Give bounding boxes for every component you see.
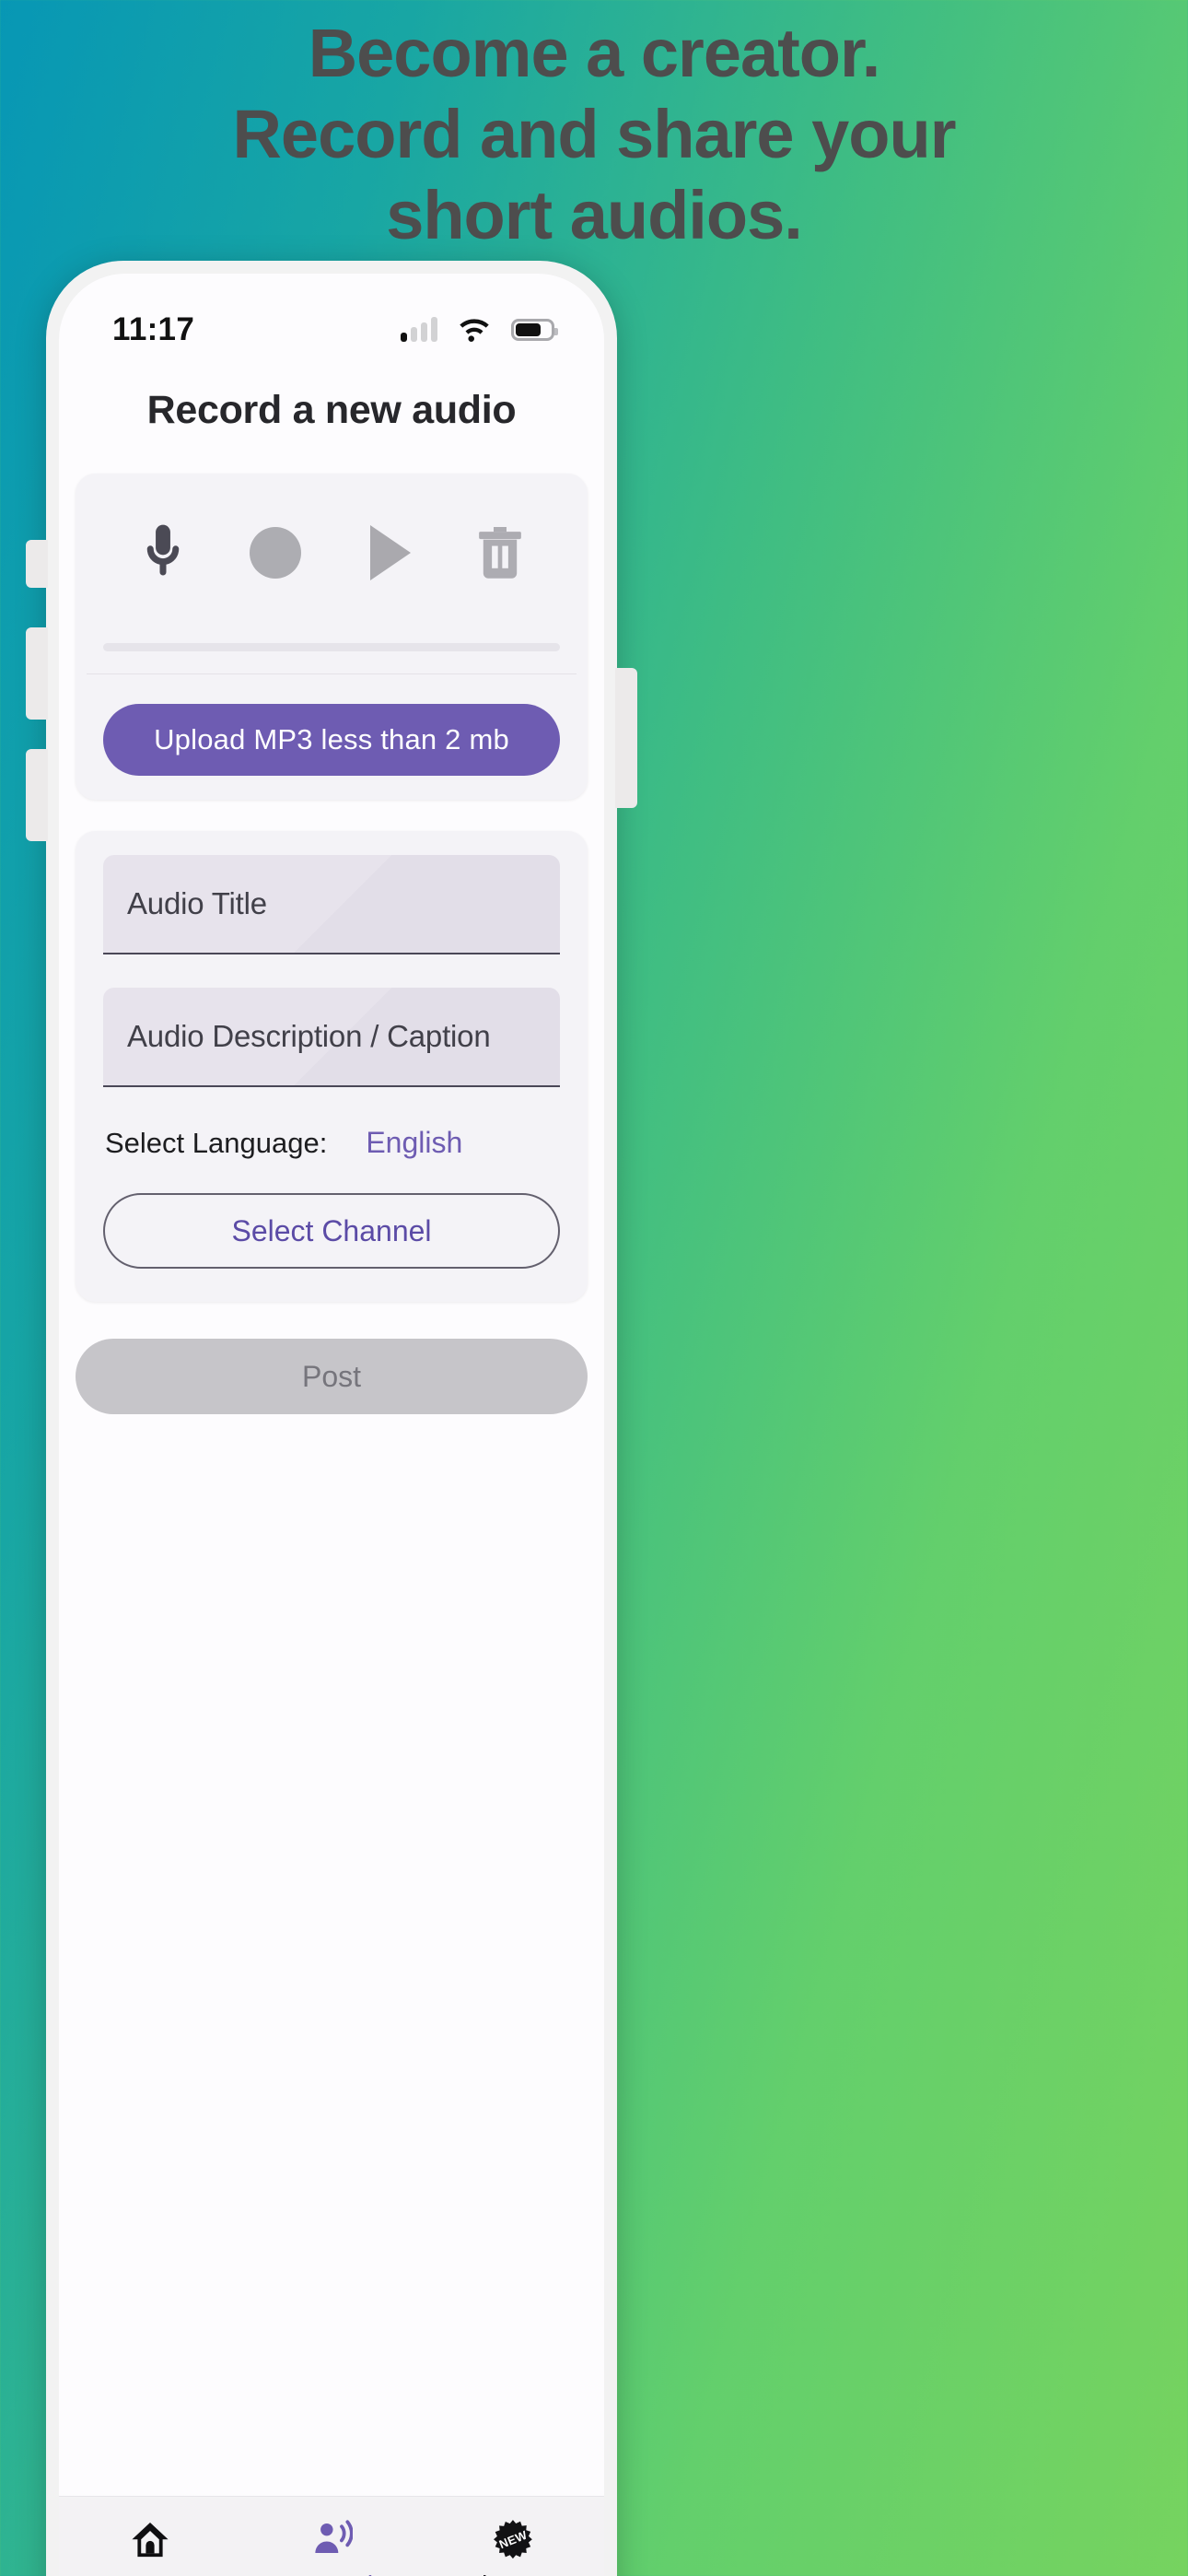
microphone-button[interactable]: [121, 510, 205, 595]
audio-title-input[interactable]: Audio Title: [103, 855, 560, 954]
status-icons: [401, 317, 558, 343]
phone-power-button[interactable]: [615, 668, 637, 808]
delete-button[interactable]: [458, 510, 542, 595]
phone-volume-up-button[interactable]: [26, 627, 48, 720]
audio-details-card: Audio Title Audio Description / Caption …: [76, 831, 588, 1302]
headline-line-1: Become a creator.: [308, 15, 881, 91]
recorder-card: Upload MP3 less than 2 mb: [76, 474, 588, 800]
nav-item-record[interactable]: Record: [240, 2517, 422, 2576]
upload-mp3-button[interactable]: Upload MP3 less than 2 mb: [103, 704, 560, 776]
nav-icon-home: [129, 2517, 171, 2561]
audio-title-placeholder: Audio Title: [127, 886, 267, 920]
trash-icon: [479, 527, 521, 579]
post-button[interactable]: Post: [76, 1339, 588, 1414]
play-icon: [370, 525, 411, 580]
recorder-controls: [76, 494, 588, 601]
battery-icon: [511, 319, 558, 341]
page-title: Record a new audio: [146, 388, 517, 432]
headline-line-3: short audios.: [386, 177, 803, 254]
phone-mockup: 11:17 Record a new audio Upload MP3 less…: [26, 261, 637, 2576]
status-time: 11:17: [112, 311, 195, 347]
language-value[interactable]: English: [366, 1126, 462, 1160]
nav-icon-discover: NEW: [492, 2517, 534, 2561]
playback-progress[interactable]: [76, 601, 588, 651]
nav-icon-record: [310, 2517, 353, 2561]
headline-line-2: Record and share your: [232, 96, 956, 173]
language-row: Select Language: English: [103, 1126, 560, 1160]
promo-headline: Become a creator. Record and share your …: [0, 13, 1188, 256]
nav-label-discover: Discover: [463, 2570, 564, 2576]
record-screen: Record a new audio Upload MP3 less than …: [59, 388, 604, 1414]
cellular-signal-icon: [401, 317, 437, 342]
nav-item-discover[interactable]: NEW Discover: [423, 2517, 604, 2576]
bottom-navigation: Home Record: [59, 2496, 604, 2576]
audio-description-placeholder: Audio Description / Caption: [127, 1019, 491, 1053]
nav-label-record: Record: [290, 2570, 373, 2576]
nav-label-home: Home: [115, 2570, 184, 2576]
language-label: Select Language:: [105, 1126, 328, 1159]
new-starburst-badge-icon: NEW: [492, 2518, 534, 2560]
phone-mute-switch[interactable]: [26, 540, 48, 588]
phone-screen: 11:17 Record a new audio Upload MP3 less…: [59, 274, 604, 2576]
record-button[interactable]: [233, 510, 318, 595]
audio-description-input[interactable]: Audio Description / Caption: [103, 988, 560, 1087]
play-button[interactable]: [345, 510, 430, 595]
phone-volume-down-button[interactable]: [26, 749, 48, 841]
wifi-icon: [460, 319, 489, 342]
nav-item-home[interactable]: Home: [59, 2517, 240, 2576]
microphone-icon: [146, 524, 180, 576]
progress-track[interactable]: [103, 643, 560, 651]
home-icon: [132, 2522, 169, 2557]
status-bar: 11:17: [59, 274, 604, 362]
select-channel-button[interactable]: Select Channel: [103, 1193, 560, 1269]
record-circle-icon: [250, 527, 301, 579]
record-person-broadcast-icon: [315, 2519, 353, 2553]
card-divider: [87, 673, 577, 674]
